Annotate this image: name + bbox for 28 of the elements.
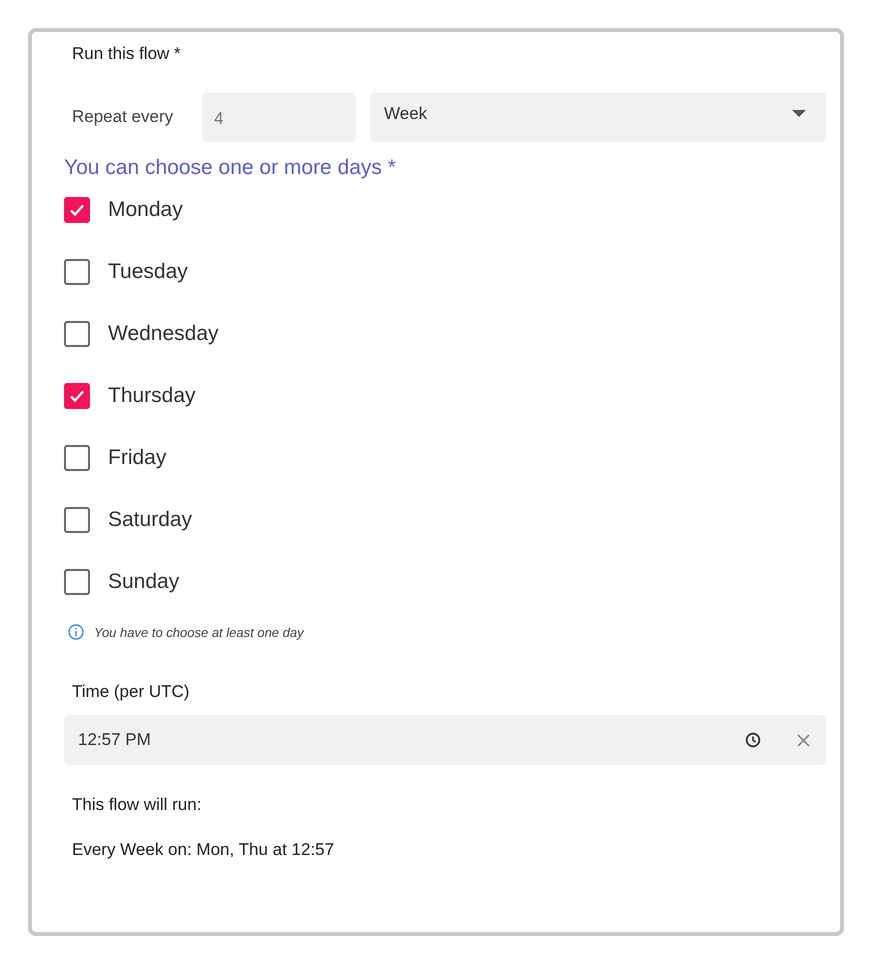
field-label: Time (per UTC) [72,682,190,702]
day-checkbox-row[interactable]: Sunday [64,569,180,595]
hint-text: You have to choose at least one day [94,624,304,640]
checkbox[interactable] [64,259,90,285]
caret-icon [792,110,806,118]
days-label: You can choose one or more days * [64,156,396,180]
schedule-summary: Every Week on: Mon, Thu at 12:57 [72,840,334,860]
checkbox[interactable] [64,383,90,409]
unit-dropdown[interactable]: Week [370,92,826,142]
info-icon [68,624,84,640]
day-checkbox-row[interactable]: Tuesday [64,259,188,285]
checkbox[interactable] [64,569,90,595]
repeat-input-field[interactable]: 4 [202,92,356,142]
section-title: Run this flow * [72,44,181,64]
day-checkbox-row[interactable]: Friday [64,445,166,471]
field-label: Repeat every [72,107,174,127]
checkbox[interactable] [64,197,90,223]
summary-label: This flow will run: [72,795,202,815]
day-checkbox-row[interactable]: Thursday [64,383,196,409]
checkbox[interactable] [64,445,90,471]
clear-icon[interactable] [797,734,810,746]
checkbox[interactable] [64,321,90,347]
day-checkbox-row[interactable]: Saturday [64,507,192,533]
day-checkbox-row[interactable]: Monday [64,197,183,223]
checkbox[interactable] [64,507,90,533]
clock-icon[interactable] [745,732,761,748]
day-checkbox-row[interactable]: Wednesday [64,321,219,347]
time-input-field[interactable]: 12:57 PM [64,715,826,765]
